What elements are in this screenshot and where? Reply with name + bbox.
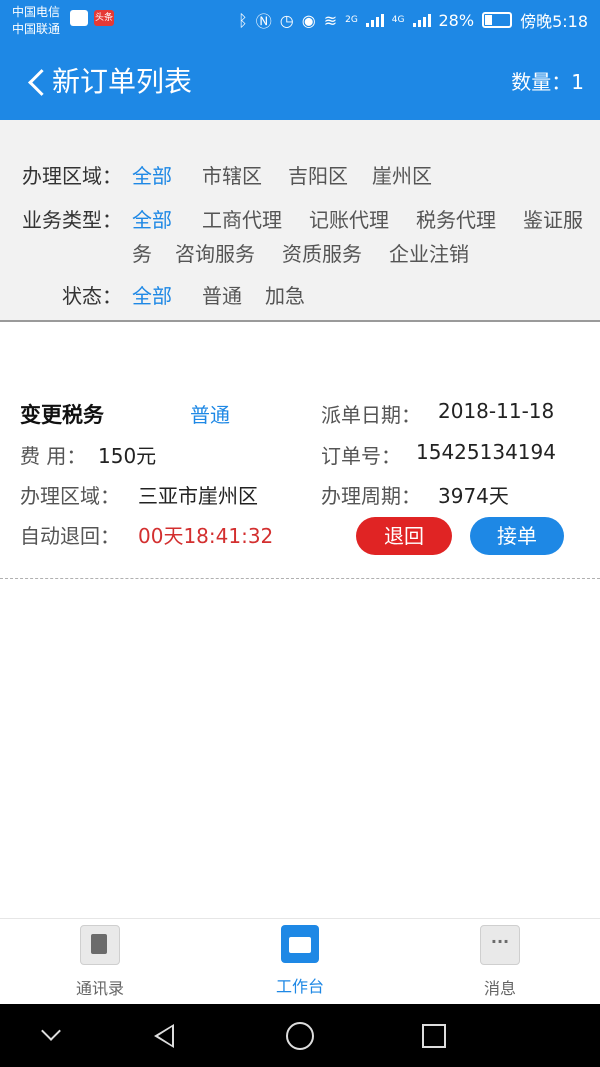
filter-type-zizhi[interactable]: 资质服务 xyxy=(282,238,362,267)
period-value: 3974天 xyxy=(438,484,509,508)
reject-button[interactable]: 退回 xyxy=(356,517,452,555)
filter-status-label: 状态： xyxy=(62,284,122,308)
notification-icons: 头条 xyxy=(70,10,114,26)
battery-percent: 28% xyxy=(438,10,475,30)
filter-type-zhuxiao[interactable]: 企业注销 xyxy=(389,238,469,267)
tab-contacts[interactable]: 通讯录 xyxy=(40,925,160,999)
carrier-1: 中国电信 xyxy=(12,5,61,19)
app-header: 新订单列表 数量：1 xyxy=(0,44,600,120)
nfc-icon: Ⓝ xyxy=(255,12,272,31)
filter-type-label: 业务类型： xyxy=(22,208,122,232)
signal-icon xyxy=(365,13,384,27)
order-no: 15425134194 xyxy=(416,440,556,464)
order-count: 数量：1 xyxy=(511,70,584,94)
signal-icon-2 xyxy=(412,13,431,27)
recent-apps-icon[interactable] xyxy=(420,1022,448,1050)
dispatch-date: 2018-11-18 xyxy=(438,399,555,423)
wifi-icon: ≋ xyxy=(323,10,338,30)
filter-type-jianzheng-cont[interactable]: 务 xyxy=(132,238,152,267)
eye-icon: ◉ xyxy=(301,10,316,30)
tab-messages-label: 消息 xyxy=(483,979,516,998)
workbench-icon xyxy=(281,925,319,963)
home-icon[interactable] xyxy=(286,1022,314,1050)
order-card[interactable]: 变更税务 普通 派单日期： 2018-11-18 费 用： 150元 订单号： … xyxy=(0,380,600,579)
news-app-icon: 头条 xyxy=(94,10,114,26)
filter-type-jizhang[interactable]: 记账代理 xyxy=(309,204,389,233)
tab-workbench[interactable]: 工作台 xyxy=(240,925,360,997)
order-priority: 普通 xyxy=(190,403,230,427)
filter-area-yazhou[interactable]: 崖州区 xyxy=(372,160,432,189)
area-label: 办理区域： xyxy=(20,484,120,508)
bottom-nav: 通讯录 工作台 消息 xyxy=(0,918,600,1005)
tab-workbench-label: 工作台 xyxy=(275,977,324,996)
tab-contacts-label: 通讯录 xyxy=(75,979,124,998)
clock: 傍晚5:18 xyxy=(520,12,588,31)
filter-type-shuiwu[interactable]: 税务代理 xyxy=(416,204,496,233)
filter-area-shixiaqu[interactable]: 市辖区 xyxy=(202,160,262,189)
status-right: ᛒ Ⓝ ◷ ◉ ≋ 2G 4G 28% 傍晚5:18 xyxy=(238,8,588,32)
message-icon xyxy=(480,925,520,965)
system-nav-bar xyxy=(0,1004,600,1067)
page-title: 新订单列表 xyxy=(52,65,193,98)
network-4g-label: 4G xyxy=(391,15,405,25)
filter-type-zixun[interactable]: 咨询服务 xyxy=(175,238,255,267)
network-2g-label: 2G xyxy=(345,15,358,25)
battery-icon xyxy=(482,12,513,28)
fee-label: 费 用： xyxy=(20,444,87,468)
auto-return-label: 自动退回： xyxy=(20,524,120,548)
period-label: 办理周期： xyxy=(321,484,421,508)
filter-panel: 办理区域： 全部 市辖区 吉阳区 崖州区 业务类型： 全部 工商代理 记账代理 … xyxy=(0,120,600,322)
tab-messages[interactable]: 消息 xyxy=(440,925,560,999)
auto-return-countdown: 00天18:41:32 xyxy=(138,524,274,548)
back-icon[interactable] xyxy=(152,1022,180,1050)
carrier-2: 中国联通 xyxy=(12,22,61,36)
bluetooth-icon: ᛒ xyxy=(238,10,248,30)
filter-area-label: 办理区域： xyxy=(22,164,122,188)
filter-type-jianzheng[interactable]: 鉴证服 xyxy=(523,204,583,233)
status-bar: 中国电信 中国联通 头条 ᛒ Ⓝ ◷ ◉ ≋ 2G 4G 28% 傍晚5:18 xyxy=(0,0,600,44)
fee-value: 150元 xyxy=(98,444,157,468)
filter-area-all[interactable]: 全部 xyxy=(132,160,172,189)
dispatch-date-label: 派单日期： xyxy=(321,403,421,427)
order-name: 变更税务 xyxy=(20,403,104,427)
contacts-icon xyxy=(80,925,120,965)
order-no-label: 订单号： xyxy=(321,444,401,468)
filter-status-normal[interactable]: 普通 xyxy=(202,280,242,309)
filter-type-gongshang[interactable]: 工商代理 xyxy=(202,204,282,233)
filter-area-jiyang[interactable]: 吉阳区 xyxy=(288,160,348,189)
carrier-info: 中国电信 中国联通 xyxy=(12,4,60,38)
filter-status-urgent[interactable]: 加急 xyxy=(265,280,305,309)
health-icon xyxy=(70,10,88,26)
area-value: 三亚市崖州区 xyxy=(138,484,258,508)
alarm-icon: ◷ xyxy=(279,10,294,30)
filter-status-all[interactable]: 全部 xyxy=(132,280,172,309)
chevron-down-icon[interactable] xyxy=(38,1022,66,1050)
filter-type-all[interactable]: 全部 xyxy=(132,204,172,233)
accept-button[interactable]: 接单 xyxy=(470,517,564,555)
